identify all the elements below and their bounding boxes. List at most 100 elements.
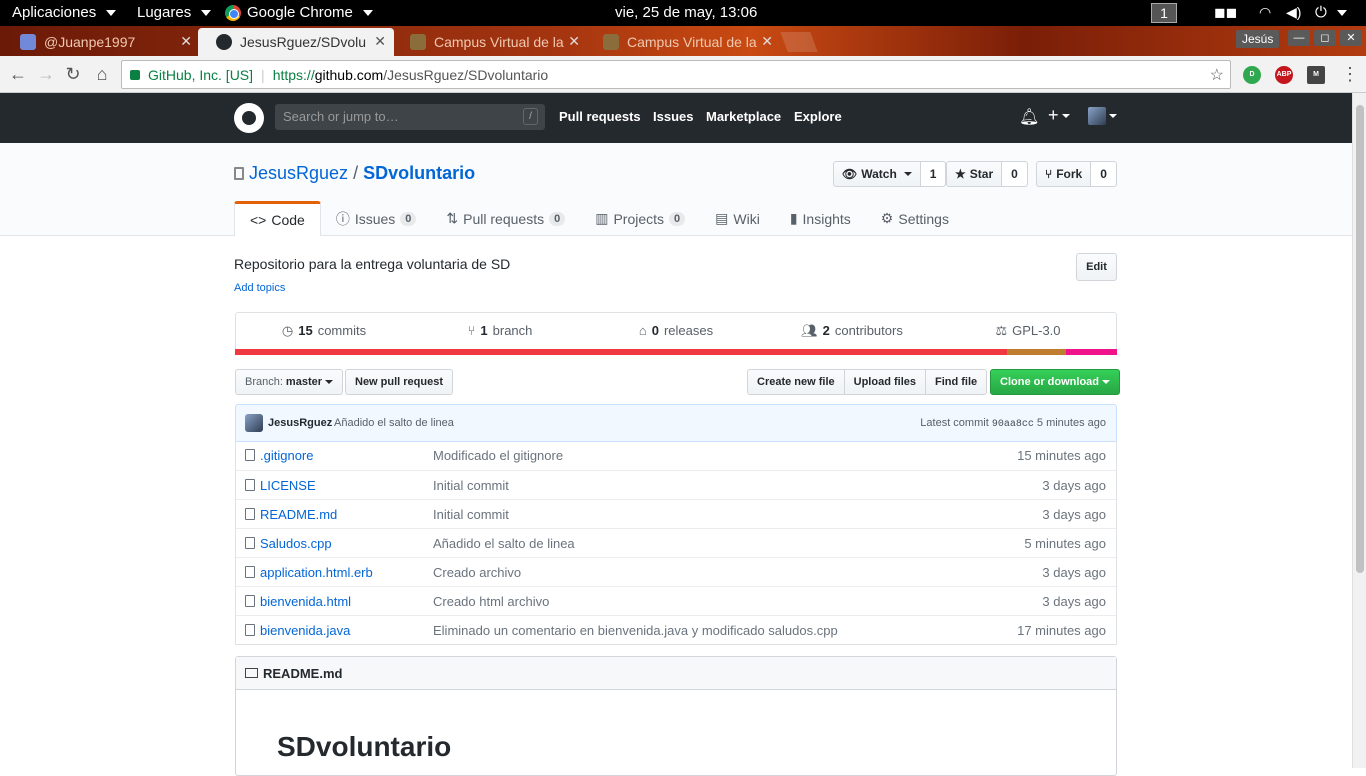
file-icon bbox=[245, 508, 255, 520]
clone-button[interactable]: Clone or download bbox=[990, 369, 1120, 395]
tab-discord[interactable]: @Juanpe1997 ✕ bbox=[2, 28, 200, 56]
new-tab-button[interactable] bbox=[780, 32, 818, 52]
file-commit-message[interactable]: Eliminado un comentario en bienvenida.ja… bbox=[433, 623, 838, 638]
tab-insights[interactable]: ▮ Insights bbox=[775, 201, 866, 236]
tab-campus-2[interactable]: Campus Virtual de la ✕ bbox=[585, 28, 781, 56]
watch-button[interactable]: 👁︎ Watch 1 bbox=[833, 161, 947, 187]
home-icon[interactable]: ⌂ bbox=[92, 64, 112, 84]
extension-icon[interactable]: D bbox=[1243, 66, 1261, 84]
close-window-button[interactable]: ✕ bbox=[1340, 30, 1362, 46]
file-name[interactable]: application.html.erb bbox=[260, 565, 373, 580]
url-host: github.com bbox=[314, 66, 384, 83]
language-segment[interactable] bbox=[1006, 349, 1066, 355]
adblock-icon[interactable]: ABP bbox=[1275, 66, 1293, 84]
bell-icon[interactable]: 🔔︎ bbox=[1019, 107, 1039, 127]
secure-label: GitHub, Inc. [US] bbox=[148, 66, 254, 83]
file-name[interactable]: bienvenida.html bbox=[260, 594, 351, 609]
contributors-link[interactable]: 👥︎ 2 contributors bbox=[764, 313, 940, 354]
commits-link[interactable]: ◷ 15 commits bbox=[236, 313, 412, 354]
commit-message[interactable]: Añadido el salto de linea bbox=[334, 417, 454, 429]
plus-icon[interactable]: + bbox=[1048, 105, 1070, 126]
file-icon bbox=[245, 624, 255, 636]
back-icon[interactable]: ← bbox=[8, 64, 28, 84]
tab-settings[interactable]: ⚙ Settings bbox=[866, 201, 964, 236]
add-topics-link[interactable]: Add topics bbox=[234, 282, 285, 294]
avatar[interactable] bbox=[1088, 107, 1117, 125]
video-icon[interactable]: ◼◼ bbox=[1214, 4, 1237, 21]
file-name[interactable]: README.md bbox=[260, 507, 337, 522]
volume-icon[interactable]: ◀) bbox=[1286, 4, 1301, 21]
profile-chip[interactable]: Jesús bbox=[1236, 30, 1280, 48]
file-commit-message[interactable]: Creado html archivo bbox=[433, 594, 549, 609]
bookmark-star-icon[interactable]: ☆ bbox=[1210, 65, 1224, 85]
nav-issues[interactable]: Issues bbox=[653, 109, 693, 124]
file-commit-message[interactable]: Modificado el gitignore bbox=[433, 448, 563, 463]
github-logo-icon[interactable] bbox=[234, 103, 264, 133]
tab-code[interactable]: <> Code bbox=[234, 201, 321, 236]
language-segment[interactable] bbox=[235, 349, 1007, 355]
forward-icon[interactable]: → bbox=[36, 64, 56, 84]
branch-link[interactable]: ⑂ 1 branch bbox=[412, 313, 588, 354]
tab-pull-requests[interactable]: ⇅ Pull requests 0 bbox=[431, 201, 580, 236]
close-icon[interactable]: ✕ bbox=[761, 33, 773, 50]
list-item: bienvenida.java Eliminado un comentario e… bbox=[236, 615, 1116, 644]
power-icon[interactable]: ⏻ bbox=[1315, 4, 1347, 21]
edit-button[interactable]: Edit bbox=[1076, 253, 1117, 281]
tab-projects[interactable]: ▥ Projects 0 bbox=[580, 201, 700, 236]
file-commit-message[interactable]: Añadido el salto de linea bbox=[433, 536, 575, 551]
menu-icon[interactable]: ⋮ bbox=[1340, 64, 1360, 84]
wifi-icon[interactable]: ◠ bbox=[1259, 4, 1271, 21]
places-menu[interactable]: Lugares bbox=[137, 4, 212, 21]
repo-owner[interactable]: JesusRguez bbox=[249, 163, 348, 184]
maximize-button[interactable]: ◻ bbox=[1314, 30, 1336, 46]
close-icon[interactable]: ✕ bbox=[568, 33, 580, 50]
find-file-button[interactable]: Find file bbox=[924, 369, 988, 395]
create-new-file-button[interactable]: Create new file bbox=[747, 369, 845, 395]
branch-icon: ⑂ bbox=[467, 323, 476, 338]
releases-link[interactable]: ⌂ 0 releases bbox=[588, 313, 764, 354]
file-name[interactable]: bienvenida.java bbox=[260, 623, 350, 638]
commit-author[interactable]: JesusRguez bbox=[268, 417, 332, 429]
reload-icon[interactable]: ↻ bbox=[63, 64, 83, 84]
file-name[interactable]: .gitignore bbox=[260, 448, 313, 463]
applications-menu[interactable]: Aplicaciones bbox=[12, 4, 117, 21]
tab-issues[interactable]: ⓘ Issues 0 bbox=[321, 201, 432, 236]
repo-name[interactable]: SDvoluntario bbox=[363, 163, 475, 184]
avatar[interactable] bbox=[245, 414, 263, 432]
star-button[interactable]: ★ Star 0 bbox=[946, 161, 1028, 187]
commit-sha[interactable]: 90aa8cc bbox=[992, 419, 1034, 430]
close-icon[interactable]: ✕ bbox=[374, 33, 386, 50]
search-input[interactable]: Search or jump to… / bbox=[275, 104, 545, 130]
app-menu[interactable]: Google Chrome bbox=[225, 4, 373, 21]
tab-wiki[interactable]: ▤ Wiki bbox=[700, 201, 775, 236]
file-name[interactable]: LICENSE bbox=[260, 478, 316, 493]
fork-label: Fork bbox=[1056, 167, 1083, 181]
file-name[interactable]: Saludos.cpp bbox=[260, 536, 332, 551]
close-icon[interactable]: ✕ bbox=[180, 33, 192, 50]
workspace-indicator[interactable]: 1 bbox=[1151, 3, 1177, 23]
tab-github[interactable]: JesusRguez/SDvolu ✕ bbox=[198, 28, 394, 56]
star-count[interactable]: 0 bbox=[1002, 162, 1027, 186]
fork-count[interactable]: 0 bbox=[1091, 162, 1116, 186]
nav-marketplace[interactable]: Marketplace bbox=[706, 109, 781, 124]
new-pull-request-button[interactable]: New pull request bbox=[345, 369, 454, 395]
scrollbar-thumb[interactable] bbox=[1356, 105, 1364, 573]
clock[interactable]: vie, 25 de may, 13:06 bbox=[615, 4, 757, 21]
branch-select[interactable]: Branch: master bbox=[235, 369, 343, 395]
license-link[interactable]: ⚖ GPL-3.0 bbox=[940, 313, 1116, 354]
tab-campus-1[interactable]: Campus Virtual de la ✕ bbox=[392, 28, 588, 56]
language-segment[interactable] bbox=[1065, 349, 1117, 355]
language-bar[interactable] bbox=[235, 349, 1117, 355]
minimize-button[interactable]: — bbox=[1288, 30, 1310, 46]
extension-icon[interactable]: M bbox=[1307, 66, 1325, 84]
scrollbar[interactable] bbox=[1352, 93, 1366, 768]
fork-button[interactable]: ⑂ Fork 0 bbox=[1036, 161, 1117, 187]
file-commit-message[interactable]: Initial commit bbox=[433, 478, 509, 493]
file-commit-message[interactable]: Creado archivo bbox=[433, 565, 521, 580]
address-bar[interactable]: GitHub, Inc. [US] | https://github.com/J… bbox=[121, 60, 1231, 89]
upload-files-button[interactable]: Upload files bbox=[843, 369, 926, 395]
nav-pull-requests[interactable]: Pull requests bbox=[559, 109, 641, 124]
file-commit-message[interactable]: Initial commit bbox=[433, 507, 509, 522]
nav-explore[interactable]: Explore bbox=[794, 109, 842, 124]
watch-count[interactable]: 1 bbox=[920, 162, 946, 186]
